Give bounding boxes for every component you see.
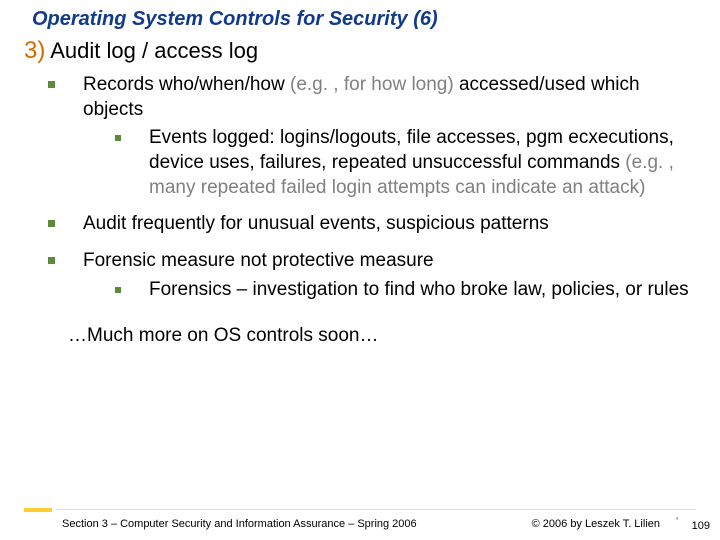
heading-text: Audit log / access log: [50, 38, 258, 63]
bullet-level2: Forensics – investigation to find who br…: [115, 278, 689, 303]
bullet-text: Records who/when/how (e.g. , for how lon…: [83, 73, 700, 200]
bullet-level1: Forensic measure not protective measure …: [48, 249, 700, 302]
heading-number: 3): [24, 37, 45, 64]
body-content: Records who/when/how (e.g. , for how lon…: [24, 73, 700, 303]
subbullet-text: Events logged: logins/logouts, file acce…: [149, 126, 700, 200]
bullet-text: Forensic measure not protective measure …: [83, 249, 689, 302]
square-bullet-icon: [48, 81, 55, 88]
footer-right: © 2006 by Leszek T. Lilien: [532, 518, 660, 530]
footer-tick: ': [676, 516, 678, 526]
bullet-level1: Audit frequently for unusual events, sus…: [48, 212, 700, 237]
text-lead: Records who/when/how: [83, 74, 285, 95]
square-bullet-icon: [115, 287, 121, 293]
sub-lead: Events logged: logins/logouts, file acce…: [149, 127, 674, 173]
closing-line: …Much more on OS controls soon…: [68, 325, 700, 347]
bullet-level2: Events logged: logins/logouts, file acce…: [115, 126, 700, 200]
footer-left: Section 3 – Computer Security and Inform…: [62, 518, 417, 530]
square-bullet-icon: [115, 135, 121, 141]
subbullet-text: Forensics – investigation to find who br…: [149, 278, 689, 303]
bullet-level1: Records who/when/how (e.g. , for how lon…: [48, 73, 700, 200]
slide-title: Operating System Controls for Security (…: [32, 8, 700, 31]
text-lead: Forensic measure not protective measure: [83, 250, 434, 271]
square-bullet-icon: [48, 257, 55, 264]
text-gray: (e.g. , for how long): [285, 74, 454, 95]
page-number: 109: [692, 520, 710, 532]
accent-bar: [24, 508, 52, 512]
square-bullet-icon: [48, 220, 55, 227]
bullet-text: Audit frequently for unusual events, sus…: [83, 212, 549, 237]
divider-line: [56, 509, 696, 511]
slide: Operating System Controls for Security (…: [0, 0, 720, 540]
main-heading: 3) Audit log / access log: [24, 37, 700, 65]
